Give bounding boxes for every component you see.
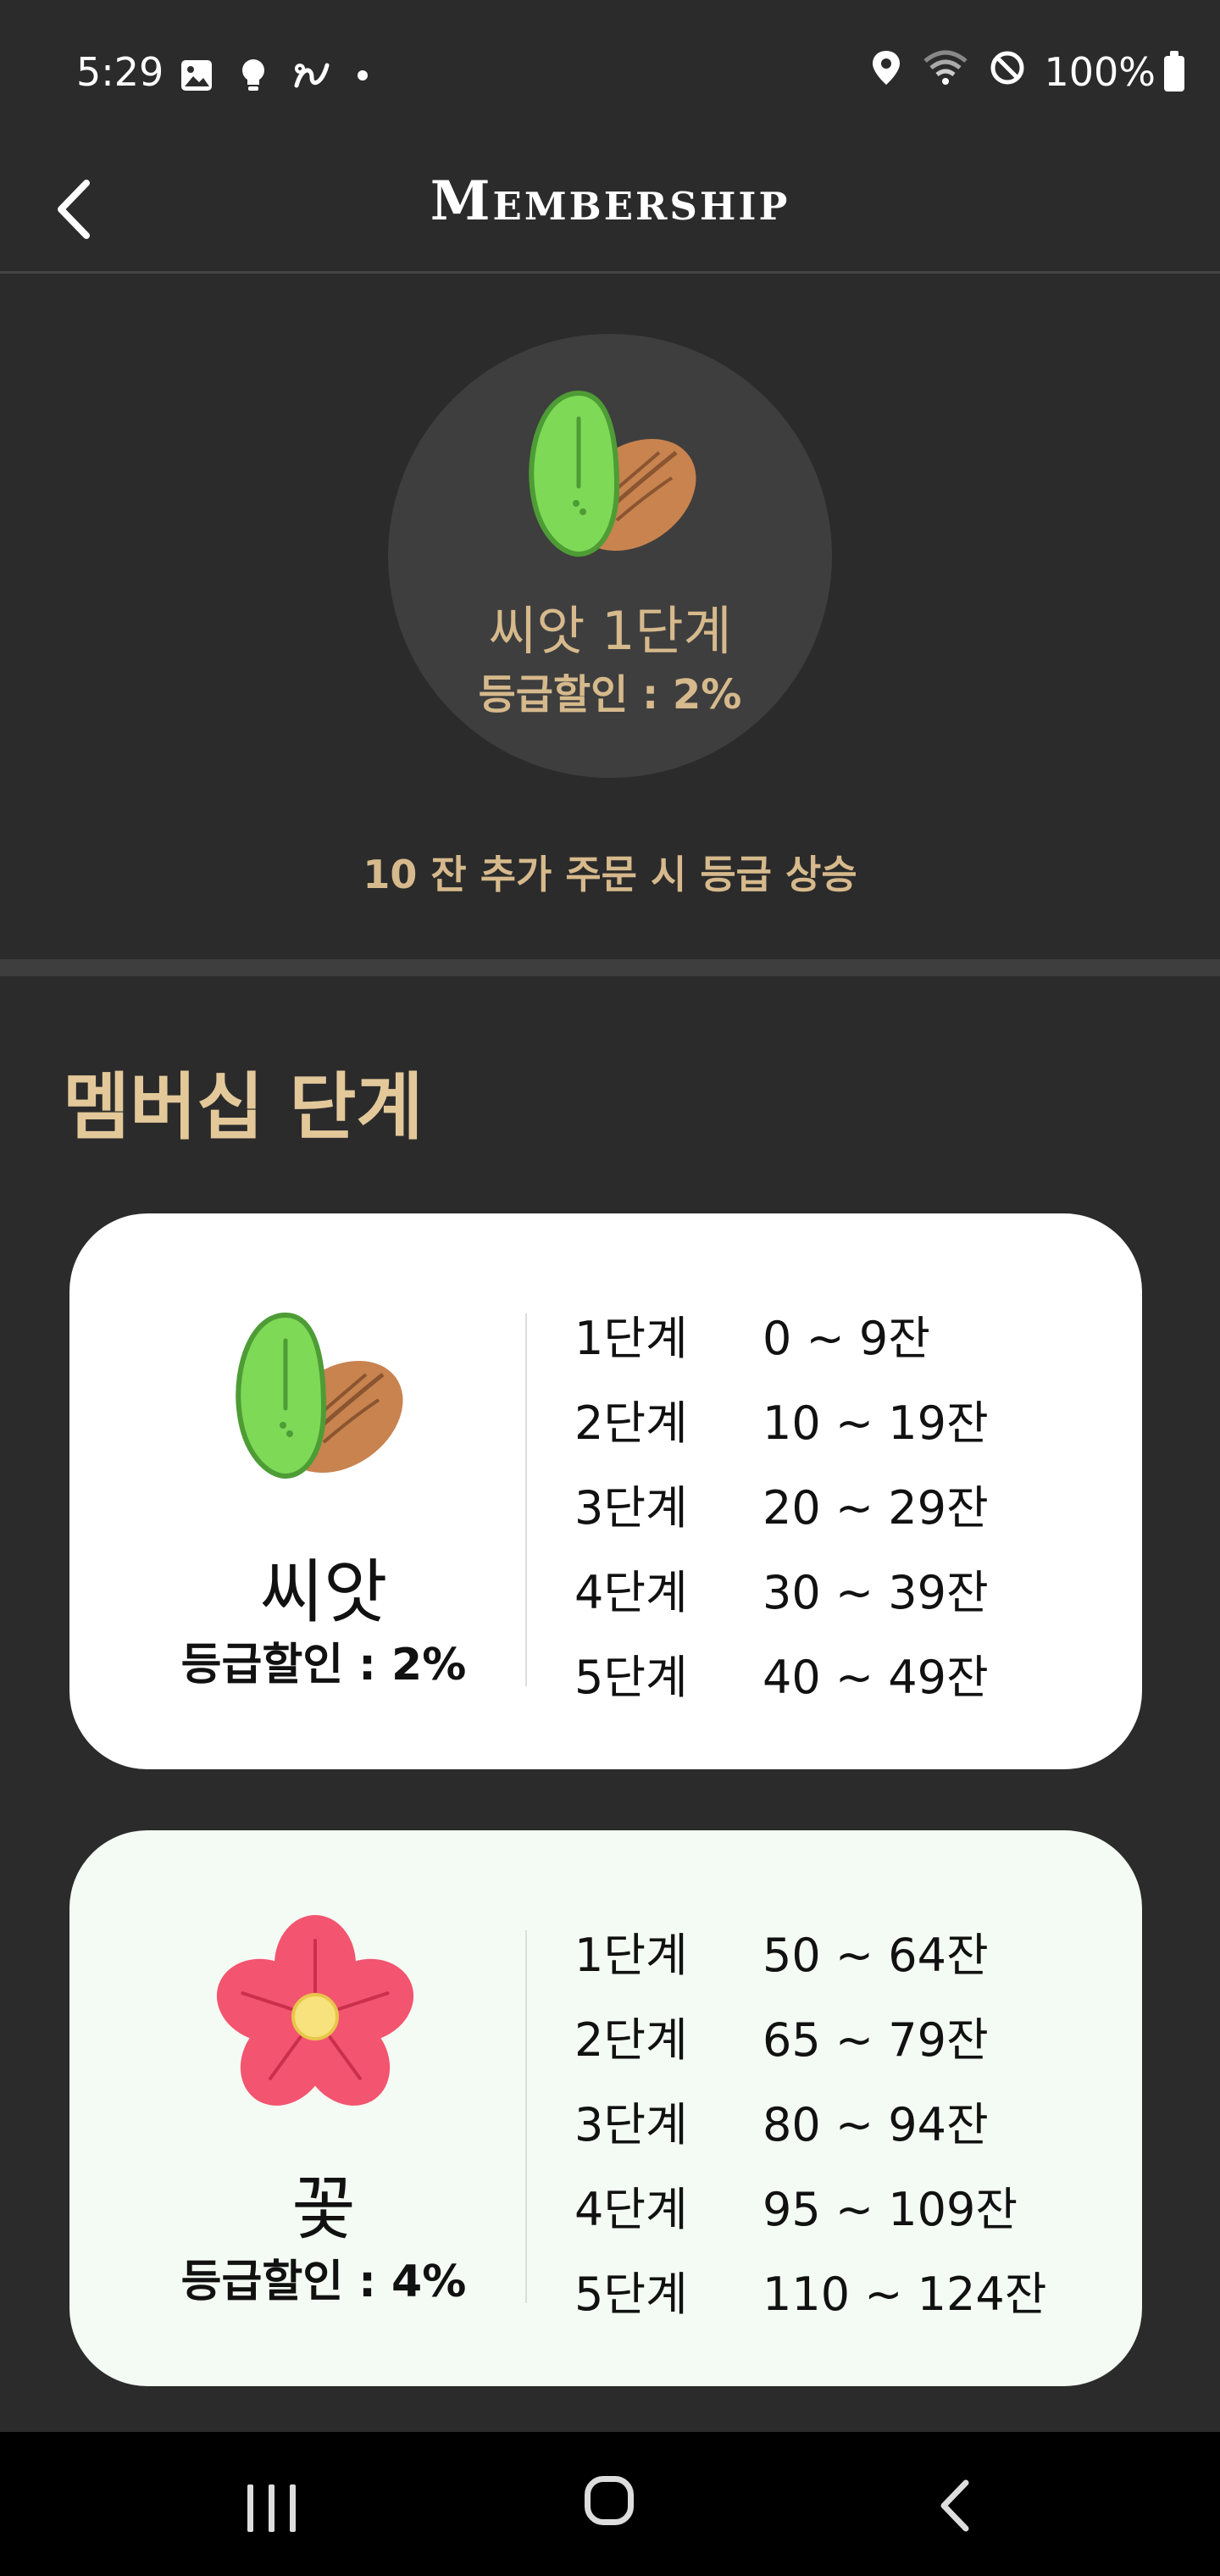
tier-level-row: 1단계 0 ~ 9잔	[574, 1291, 989, 1376]
level-stage: 5단계	[574, 2267, 688, 2321]
tier-level-row: 3단계 80 ~ 94잔	[574, 2078, 1046, 2162]
tier-discount: 등급할인 : 4%	[180, 2257, 467, 2307]
tier-level-row: 2단계 65 ~ 79잔	[574, 1993, 1046, 2078]
level-stage: 3단계	[574, 2097, 688, 2151]
level-range: 0 ~ 9잔	[762, 1311, 930, 1365]
tier-level-row: 5단계 40 ~ 49잔	[574, 1630, 989, 1715]
almond-seed-icon	[529, 390, 696, 558]
lightbulb-icon	[242, 59, 264, 91]
tier-level-row: 5단계 110 ~ 124잔	[574, 2247, 1046, 2332]
tier-discount: 등급할인 : 2%	[180, 1640, 467, 1690]
level-stage: 2단계	[574, 1396, 688, 1450]
level-range: 95 ~ 109잔	[762, 2182, 1018, 2236]
tier-name: 꽃	[291, 2169, 356, 2250]
home-icon[interactable]	[585, 2476, 634, 2525]
nav-back-icon[interactable]	[930, 2476, 981, 2535]
level-range: 40 ~ 49잔	[762, 1650, 989, 1704]
tier-level-table: 1단계 0 ~ 9잔 2단계 10 ~ 19잔 3단계 20 ~ 29잔 4단계…	[574, 1291, 989, 1715]
image-icon	[181, 60, 212, 91]
tier-level-row: 3단계 20 ~ 29잔	[574, 1461, 989, 1546]
level-range: 10 ~ 19잔	[762, 1396, 989, 1450]
upgrade-note: 10 잔 추가 주문 시 등급 상승	[363, 852, 857, 897]
level-range: 65 ~ 79잔	[762, 2012, 989, 2067]
level-stage: 1단계	[574, 1311, 688, 1365]
level-stage: 5단계	[574, 1650, 688, 1704]
almond-seed-icon	[236, 1312, 403, 1480]
level-stage: 4단계	[574, 1565, 688, 1619]
link-icon	[294, 63, 330, 88]
wifi-icon	[923, 50, 968, 85]
recent-apps-icon[interactable]	[244, 2484, 300, 2532]
level-range: 20 ~ 29잔	[762, 1480, 989, 1535]
level-stage: 3단계	[574, 1480, 688, 1535]
app-header: Membership	[0, 153, 1220, 274]
status-time: 5:29	[76, 49, 164, 95]
system-nav-bar	[0, 2432, 1220, 2576]
dot-icon	[358, 70, 368, 80]
current-level-name: 씨앗 1단계	[488, 600, 732, 662]
level-range: 110 ~ 124잔	[762, 2267, 1047, 2321]
current-level-badge: 씨앗 1단계 등급할인 : 2%	[388, 334, 832, 778]
tier-level-row: 4단계 95 ~ 109잔	[574, 2162, 1046, 2247]
battery-icon	[1164, 51, 1184, 92]
level-stage: 4단계	[574, 2182, 688, 2236]
tier-level-row: 1단계 50 ~ 64잔	[574, 1908, 1046, 1993]
tier-level-row: 2단계 10 ~ 19잔	[574, 1376, 989, 1461]
section-divider	[0, 959, 1220, 976]
tier-name: 씨앗	[259, 1552, 388, 1633]
section-title: 멤버십 단계	[63, 1065, 424, 1150]
tier-level-table: 1단계 50 ~ 64잔 2단계 65 ~ 79잔 3단계 80 ~ 94잔 4…	[574, 1908, 1046, 2332]
tier-card-seed: 씨앗 등급할인 : 2% 1단계 0 ~ 9잔 2단계 10 ~ 19잔 3단계…	[69, 1213, 1142, 1769]
current-level-discount: 등급할인 : 2%	[478, 671, 742, 719]
status-bar: 5:29 100%	[0, 0, 1220, 153]
level-range: 30 ~ 39잔	[762, 1565, 989, 1619]
level-range: 80 ~ 94잔	[762, 2097, 989, 2151]
flower-icon	[216, 1915, 414, 2106]
page-title: Membership	[430, 169, 790, 233]
level-range: 50 ~ 64잔	[762, 1928, 989, 1982]
tier-level-row: 4단계 30 ~ 39잔	[574, 1546, 989, 1630]
location-icon	[873, 51, 900, 85]
do-not-disturb-icon	[990, 51, 1024, 85]
level-stage: 1단계	[574, 1928, 688, 1982]
tier-separator	[525, 1930, 527, 2303]
tier-separator	[525, 1313, 527, 1686]
battery-percent: 100%	[1044, 49, 1156, 95]
tier-card-flower: 꽃 등급할인 : 4% 1단계 50 ~ 64잔 2단계 65 ~ 79잔 3단…	[69, 1830, 1142, 2386]
level-stage: 2단계	[574, 2012, 688, 2067]
